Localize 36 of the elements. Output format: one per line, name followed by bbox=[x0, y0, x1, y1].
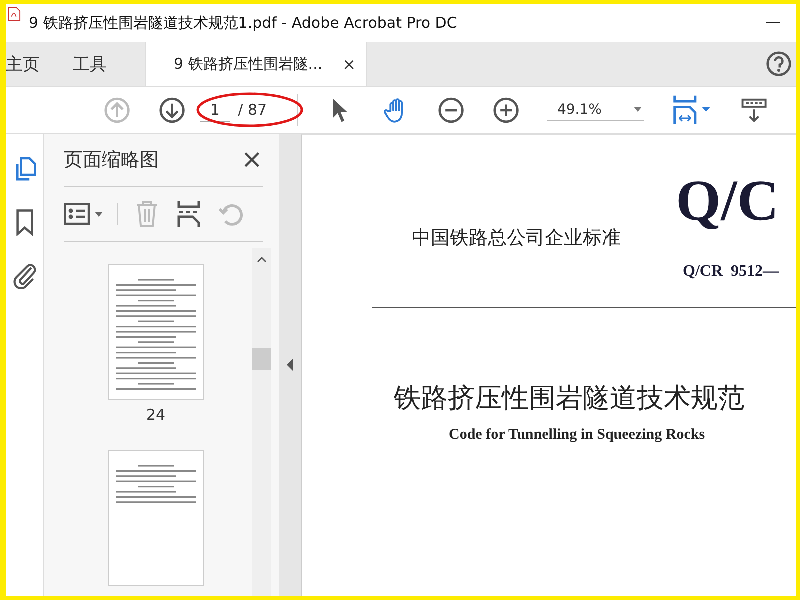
document-subtitle: Code for Tunnelling in Squeezing Rocks bbox=[449, 427, 706, 444]
standard-code: Q/CR 9512— bbox=[683, 263, 779, 281]
thumbnail-options-icon[interactable] bbox=[64, 203, 118, 225]
page-thumbnail[interactable] bbox=[108, 450, 204, 586]
document-title: 铁路挤压性围岩隧道技术规范 bbox=[394, 382, 745, 416]
fit-page-icon[interactable] bbox=[672, 94, 714, 126]
dropdown-caret-icon[interactable] bbox=[634, 107, 642, 112]
paperclip-icon[interactable] bbox=[12, 262, 36, 289]
page-total: / 87 bbox=[238, 101, 268, 119]
pdf-file-icon bbox=[8, 6, 21, 22]
scrollbar-thumb[interactable] bbox=[252, 348, 271, 370]
collapse-panel-icon[interactable] bbox=[287, 359, 293, 371]
standard-code-large: Q/C bbox=[676, 167, 780, 234]
help-icon[interactable] bbox=[766, 51, 792, 77]
document-tab[interactable]: 9 铁路挤压性围岩隧... × bbox=[145, 42, 368, 86]
scroll-up-icon[interactable] bbox=[256, 257, 266, 263]
minimize-icon[interactable] bbox=[766, 22, 780, 24]
insert-page-icon[interactable] bbox=[176, 200, 202, 228]
scroll-mode-icon[interactable] bbox=[741, 96, 768, 124]
window-title: 9 铁路挤压性围岩隧道技术规范1.pdf - Adobe Acrobat Pro DC bbox=[29, 14, 458, 32]
panel-title: 页面缩略图 bbox=[64, 148, 159, 173]
page-number-label: 24 bbox=[146, 406, 166, 424]
page-thumbnail[interactable] bbox=[108, 264, 204, 400]
select-pointer-icon[interactable] bbox=[330, 96, 350, 124]
zoom-in-icon[interactable] bbox=[492, 96, 520, 124]
close-tab-button[interactable]: × bbox=[342, 54, 356, 74]
zoom-out-icon[interactable] bbox=[438, 96, 465, 124]
organization-heading: 中国铁路总公司企业标准 bbox=[412, 226, 621, 251]
nav-tab[interactable]: 主页 bbox=[6, 42, 57, 86]
zoom-dropdown[interactable]: 49.1% bbox=[547, 100, 644, 120]
next-page-icon[interactable] bbox=[158, 96, 186, 124]
close-panel-button[interactable]: × bbox=[241, 145, 263, 175]
tab-title: 9 铁路挤压性围岩隧... bbox=[174, 54, 323, 74]
scrollbar[interactable] bbox=[252, 248, 271, 596]
page-number-field[interactable]: 1 bbox=[200, 98, 230, 122]
nav-tab[interactable]: 工具 bbox=[57, 42, 145, 86]
